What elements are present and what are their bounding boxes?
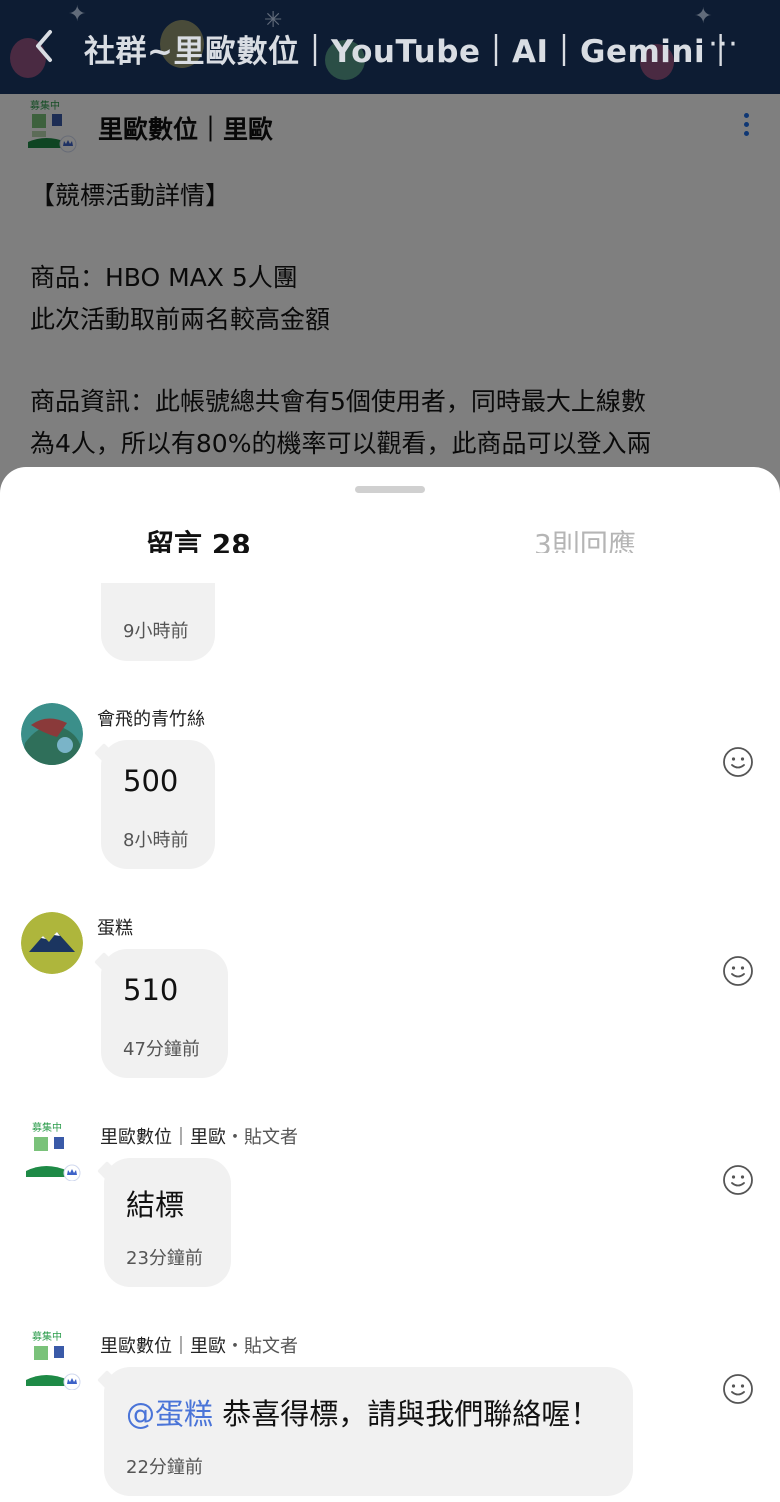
back-arrow-icon[interactable] [28,22,64,70]
sheet-drag-handle[interactable] [355,486,425,493]
commenter-avatar[interactable] [21,703,83,765]
comment-bubble[interactable]: @蛋糕 恭喜得標，請與我們聯絡喔！ 22分鐘前 [104,1367,633,1496]
commenter-avatar[interactable]: 募集中 [24,1328,86,1390]
add-reaction-smiley-icon[interactable] [722,746,754,778]
modal-scrim[interactable] [0,94,780,514]
comment-time: 8小時前 [123,830,189,851]
commenter-avatar[interactable] [21,912,83,974]
commenter-name-text: 里歐數位｜里歐 [100,1336,226,1357]
author-role-label: ・貼文者 [226,1336,298,1357]
author-role-label: ・貼文者 [226,1127,298,1148]
add-reaction-smiley-icon[interactable] [722,1373,754,1405]
commenter-name[interactable]: 會飛的青竹絲 [97,705,205,731]
commenter-name[interactable]: 里歐數位｜里歐・貼文者 [100,1123,298,1149]
comment-bubble[interactable]: 510 47分鐘前 [101,949,228,1078]
comments-sheet: 留言 28 3則回應 9小時前 會飛的青竹絲 500 8小時前 蛋糕 510 4… [0,467,780,1502]
page-title: 社群~里歐數位｜YouTube｜AI｜Gemini｜ [84,34,737,70]
comment-time: 9小時前 [123,621,189,642]
comment-text: 結標 [126,1188,185,1222]
add-reaction-smiley-icon[interactable] [722,1164,754,1196]
svg-text:募集中: 募集中 [32,1330,62,1343]
comment-bubble[interactable]: 500 8小時前 [101,740,215,869]
comment-time: 23分鐘前 [126,1248,203,1269]
commenter-name-text: 里歐數位｜里歐 [100,1127,226,1148]
top-app-bar: ✦ ✳ ✦ 社群~里歐數位｜YouTube｜AI｜Gemini｜ ⋯ [0,0,780,94]
comment-text: @蛋糕 恭喜得標，請與我們聯絡喔！ [126,1391,599,1433]
comment-time: 22分鐘前 [126,1457,203,1478]
comment-bubble[interactable]: 結標 23分鐘前 [104,1158,231,1287]
comment-text: 510 [123,973,179,1007]
comment-body: 恭喜得標，請與我們聯絡喔！ [222,1397,600,1431]
more-options-icon[interactable]: ⋯ [708,26,740,61]
svg-text:募集中: 募集中 [32,1121,62,1134]
commenter-avatar[interactable]: 募集中 [24,1119,86,1181]
add-reaction-smiley-icon[interactable] [722,955,754,987]
commenter-name[interactable]: 里歐數位｜里歐・貼文者 [100,1332,298,1358]
user-mention-link[interactable]: @蛋糕 [126,1397,213,1431]
commenter-name[interactable]: 蛋糕 [97,914,133,940]
decor-sparkle-icon: ✦ [68,2,87,27]
scroll-mask [0,553,780,583]
comment-text: 500 [123,764,179,798]
comment-time: 47分鐘前 [123,1039,200,1060]
